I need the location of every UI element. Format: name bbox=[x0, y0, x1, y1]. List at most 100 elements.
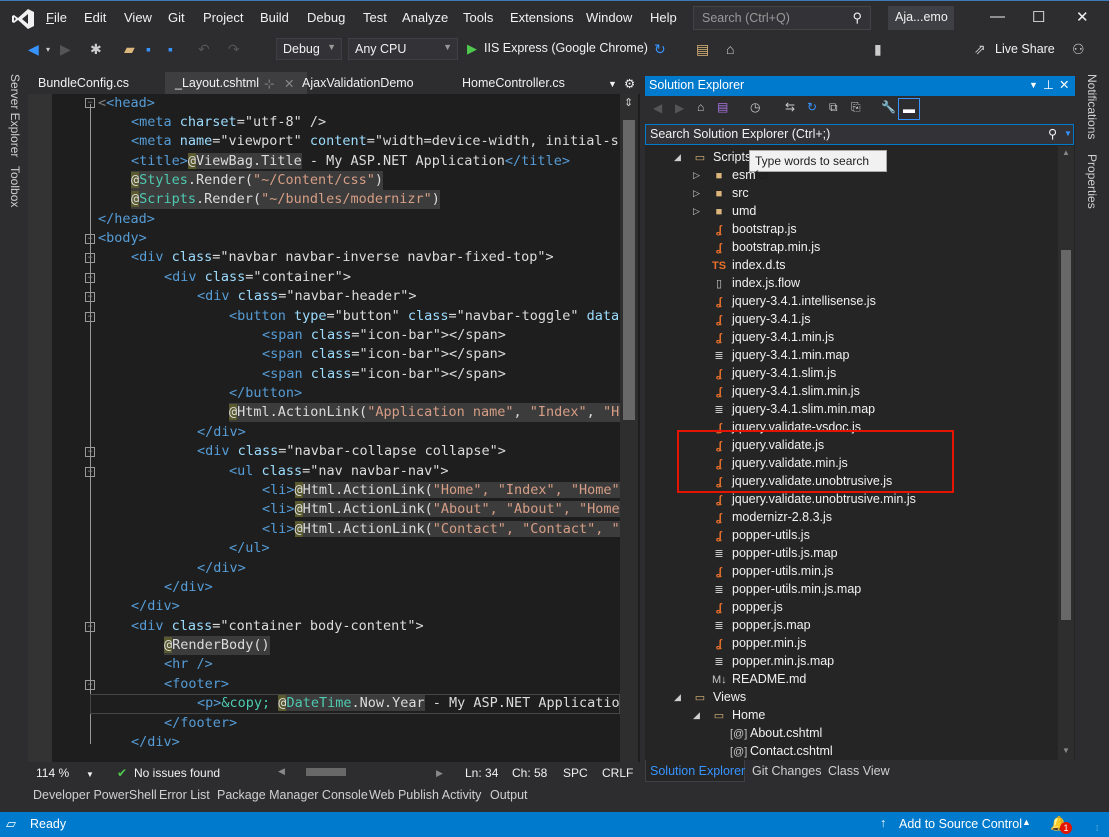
tree-item[interactable]: ʆ jquery-3.4.1.js bbox=[712, 310, 810, 328]
redo-icon[interactable]: ↷ bbox=[228, 41, 240, 58]
issues-status[interactable]: No issues found bbox=[134, 766, 220, 780]
server-explorer-tab[interactable]: Server Explorer bbox=[8, 74, 22, 157]
tree-item[interactable]: ▷ ■ umd bbox=[693, 202, 756, 220]
tab-solution-explorer[interactable]: Solution Explorer bbox=[650, 764, 745, 778]
close-panel-icon[interactable]: ✕ bbox=[1059, 77, 1069, 92]
tree-item[interactable]: ʆ jquery-3.4.1.slim.min.js bbox=[712, 382, 860, 400]
tree-item[interactable]: ʆ bootstrap.min.js bbox=[712, 238, 820, 256]
maximize-button[interactable]: ☐ bbox=[1032, 8, 1045, 26]
tab-class-view[interactable]: Class View bbox=[828, 764, 890, 778]
undo-icon[interactable]: ↶ bbox=[198, 41, 210, 58]
horizontal-scroll-thumb[interactable] bbox=[306, 768, 346, 776]
save-icon[interactable]: ▪ bbox=[146, 41, 151, 57]
tree-item[interactable]: ʆ bootstrap.js bbox=[712, 220, 797, 238]
forward-icon[interactable]: ▶ bbox=[60, 41, 71, 58]
menu-view[interactable]: View bbox=[124, 10, 152, 25]
menu-test[interactable]: Test bbox=[363, 10, 387, 25]
tree-item[interactable]: ≣ popper-utils.min.js.map bbox=[712, 580, 861, 598]
open-file-icon[interactable]: ▰ bbox=[124, 41, 135, 58]
tree-item[interactable]: ʆ popper-utils.js bbox=[712, 526, 810, 544]
gear-icon[interactable]: ⚙ bbox=[624, 76, 635, 91]
show-all-files-icon[interactable]: ⎘ bbox=[851, 100, 861, 115]
expanded-arrow-icon[interactable]: ◢ bbox=[674, 688, 681, 706]
tree-item[interactable]: ◢ ▭ Scripts bbox=[674, 148, 751, 166]
add-to-source-control-button[interactable]: Add to Source Control bbox=[899, 817, 1022, 831]
spacing-mode[interactable]: SPC bbox=[563, 766, 588, 780]
menu-window[interactable]: Window bbox=[586, 10, 632, 25]
collapse-icon[interactable]: − bbox=[85, 253, 95, 263]
sync-active-document-icon[interactable]: ⇆ bbox=[785, 100, 795, 114]
editor-horizontal-scrollbar[interactable]: ◀ bbox=[278, 766, 358, 778]
toolbox-tab[interactable]: Toolbox bbox=[8, 166, 22, 207]
scroll-right-icon[interactable]: ▶ bbox=[436, 768, 443, 779]
menu-extensions[interactable]: Extensions bbox=[510, 10, 574, 25]
tree-item[interactable]: ʆ jquery-3.4.1.intellisense.js bbox=[712, 292, 876, 310]
menu-help[interactable]: Help bbox=[650, 10, 677, 25]
quick-search-input[interactable]: Search (Ctrl+Q) ⚲ bbox=[693, 6, 871, 30]
back-icon[interactable]: ◀ bbox=[653, 101, 662, 115]
pending-changes-filter-icon[interactable]: ◷ bbox=[750, 100, 760, 114]
live-share-button[interactable]: Live Share bbox=[995, 42, 1055, 56]
pin-icon[interactable]: ⊥ bbox=[1043, 77, 1054, 92]
switch-views-icon[interactable]: ▤ bbox=[717, 100, 728, 114]
collapsed-arrow-icon[interactable]: ▷ bbox=[693, 184, 700, 202]
menu-build[interactable]: Build bbox=[260, 10, 289, 25]
tree-item[interactable]: TS index.d.ts bbox=[712, 256, 786, 274]
tree-item[interactable]: ≣ popper.js.map bbox=[712, 616, 810, 634]
solution-explorer-search-input[interactable]: Search Solution Explorer (Ctrl+;) ⚲ ▼ bbox=[645, 124, 1074, 145]
tree-item[interactable]: [@] Contact.cshtml bbox=[730, 742, 833, 760]
properties-wrench-icon[interactable]: 🔧 bbox=[881, 100, 896, 114]
back-dropdown-icon[interactable]: ▾ bbox=[46, 45, 50, 54]
collapse-icon[interactable]: − bbox=[85, 273, 95, 283]
tab-list-dropdown-icon[interactable]: ▼ bbox=[608, 79, 617, 89]
tab-close-icon[interactable]: ✕ bbox=[284, 76, 294, 91]
line-ending[interactable]: CRLF bbox=[602, 766, 633, 780]
tree-item[interactable]: [@] About.cshtml bbox=[730, 724, 822, 742]
split-editor-icon[interactable]: ⇕ bbox=[624, 96, 633, 109]
collapse-icon[interactable]: − bbox=[85, 467, 95, 477]
tree-item[interactable]: ◢ ▭ Views bbox=[674, 688, 746, 706]
tree-item[interactable]: ʆ jquery-3.4.1.min.js bbox=[712, 328, 834, 346]
window-position-dropdown-icon[interactable]: ▼ bbox=[1029, 80, 1038, 90]
search-options-dropdown-icon[interactable]: ▼ bbox=[1064, 129, 1072, 138]
run-icon[interactable]: ▶ bbox=[467, 41, 477, 57]
solution-explorer-scroll-thumb[interactable] bbox=[1061, 250, 1071, 620]
configuration-dropdown[interactable]: Debug ▼ bbox=[276, 38, 342, 60]
tree-item[interactable]: ʆ popper.min.js bbox=[712, 634, 806, 652]
menu-edit[interactable]: Edit bbox=[84, 10, 106, 25]
close-button[interactable]: ✕ bbox=[1076, 8, 1089, 26]
expanded-arrow-icon[interactable]: ◢ bbox=[674, 148, 681, 166]
menu-debug[interactable]: Debug bbox=[307, 10, 345, 25]
browse-icon[interactable]: ▤ bbox=[696, 41, 709, 58]
tab-error-list[interactable]: Error List bbox=[159, 788, 210, 802]
preview-selected-items-icon[interactable]: ▬ bbox=[898, 98, 920, 120]
expanded-arrow-icon[interactable]: ◢ bbox=[693, 706, 700, 724]
minimize-button[interactable]: — bbox=[990, 8, 1005, 25]
notifications-tab[interactable]: Notifications bbox=[1085, 74, 1099, 139]
tree-item[interactable]: ◢ ▭ Home bbox=[693, 706, 765, 724]
browser-link-icon[interactable]: ⌂ bbox=[726, 41, 734, 57]
collapsed-arrow-icon[interactable]: ▷ bbox=[693, 202, 700, 220]
collapsed-arrow-icon[interactable]: ▷ bbox=[693, 166, 700, 184]
menu-analyze[interactable]: Analyze bbox=[402, 10, 448, 25]
scroll-left-icon[interactable]: ◀ bbox=[278, 766, 285, 777]
refresh-icon[interactable]: ↻ bbox=[654, 41, 666, 58]
chevron-up-icon[interactable]: ▲ bbox=[1022, 817, 1031, 827]
chevron-down-icon[interactable]: ▼ bbox=[86, 770, 94, 779]
tab-bundleconfig[interactable]: BundleConfig.cs bbox=[38, 76, 129, 90]
tree-item[interactable]: M↓ README.md bbox=[712, 670, 806, 688]
share-icon[interactable]: ⇗ bbox=[974, 41, 986, 58]
tree-item[interactable]: ▷ ■ src bbox=[693, 184, 749, 202]
collapse-icon[interactable]: − bbox=[85, 312, 95, 322]
tab-git-changes[interactable]: Git Changes bbox=[752, 764, 821, 778]
menu-project[interactable]: Project bbox=[203, 10, 243, 25]
save-all-icon[interactable]: ▪ bbox=[168, 41, 173, 57]
menu-tools[interactable]: Tools bbox=[463, 10, 493, 25]
tree-item[interactable]: ≣ popper.min.js.map bbox=[712, 652, 834, 670]
scroll-down-icon[interactable]: ▼ bbox=[1062, 746, 1070, 755]
tree-item[interactable]: ʆ jquery-3.4.1.slim.js bbox=[712, 364, 836, 382]
pin-icon[interactable]: ⊹ bbox=[264, 76, 274, 91]
tab-output[interactable]: Output bbox=[490, 788, 528, 802]
collapse-icon[interactable]: − bbox=[85, 292, 95, 302]
bookmark-icon[interactable]: ▮ bbox=[874, 41, 882, 58]
